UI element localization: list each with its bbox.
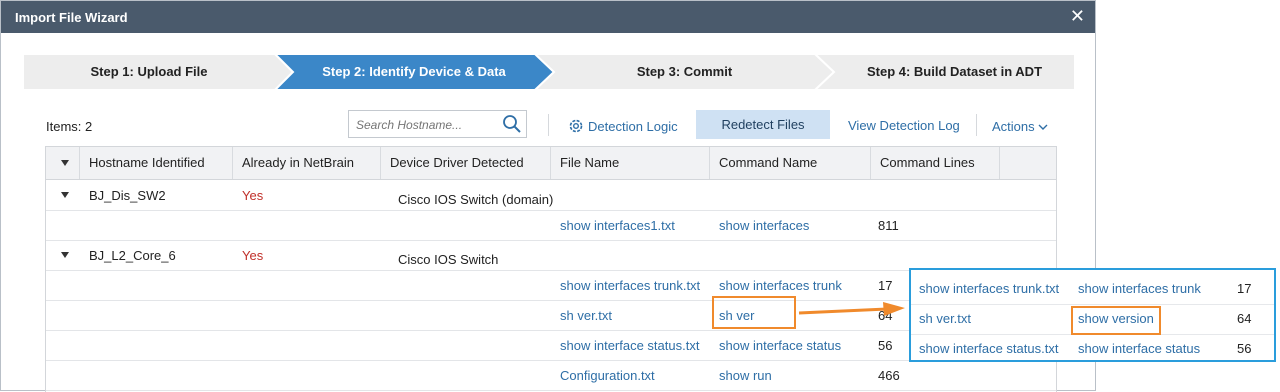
highlight-box	[712, 296, 796, 329]
callout-row: show interface status.txt show interface…	[911, 334, 1274, 364]
column-divider	[870, 147, 871, 179]
header-driver[interactable]: Device Driver Detected	[390, 147, 524, 179]
close-icon[interactable]: ✕	[1070, 6, 1085, 26]
callout-row: show interfaces trunk.txt show interface…	[911, 274, 1274, 305]
command-lines-cell: 56	[878, 338, 893, 353]
column-divider	[232, 147, 233, 179]
group-row[interactable]: BJ_Dis_SW2 Yes Cisco IOS Switch (domain)	[46, 180, 1056, 211]
hostname-cell: BJ_L2_Core_6	[89, 248, 176, 263]
step-4-label[interactable]: Step 4: Build Dataset in ADT	[834, 54, 1075, 90]
header-file-name[interactable]: File Name	[560, 147, 619, 179]
hostname-search-box	[348, 110, 527, 138]
command-lines-cell: 17	[878, 278, 893, 293]
callout-file-name[interactable]: show interface status.txt	[919, 341, 1058, 356]
expand-collapse-icon[interactable]	[61, 192, 69, 198]
column-divider	[380, 147, 381, 179]
command-name-cell[interactable]: show interface status	[719, 338, 841, 353]
actions-menu[interactable]: Actions	[992, 119, 1048, 134]
table-row[interactable]: show interfaces1.txt show interfaces 811	[46, 210, 1056, 241]
actions-label: Actions	[992, 119, 1035, 134]
chevron-down-icon	[1038, 119, 1048, 134]
toolbar-divider-2	[976, 114, 977, 136]
step-1-label[interactable]: Step 1: Upload File	[23, 54, 275, 90]
redetect-files-button[interactable]: Redetect Files	[696, 110, 830, 139]
table-row[interactable]: Configuration.txt show run 466	[46, 360, 1056, 391]
column-divider	[79, 147, 80, 179]
command-name-cell[interactable]: show run	[719, 368, 772, 383]
search-input[interactable]	[354, 115, 498, 135]
command-name-cell[interactable]: show interfaces	[719, 218, 809, 233]
view-detection-log-link[interactable]: View Detection Log	[848, 118, 960, 133]
callout-file-name[interactable]: sh ver.txt	[919, 311, 971, 326]
dialog-title: Import File Wizard	[15, 10, 128, 25]
file-name-cell[interactable]: sh ver.txt	[560, 308, 612, 323]
header-hostname[interactable]: Hostname Identified	[89, 147, 205, 179]
file-name-cell[interactable]: Configuration.txt	[560, 368, 655, 383]
detection-logic-link[interactable]: Detection Logic	[568, 118, 678, 134]
header-command-name[interactable]: Command Name	[719, 147, 817, 179]
callout-command-name[interactable]: show interface status	[1078, 341, 1200, 356]
driver-cell: Cisco IOS Switch (domain)	[398, 192, 554, 207]
callout-panel: show interfaces trunk.txt show interface…	[909, 268, 1276, 362]
header-in-netbrain[interactable]: Already in NetBrain	[242, 147, 354, 179]
items-count: Items: 2	[46, 119, 93, 134]
toolbar-divider	[548, 114, 549, 136]
table-row[interactable]: show interfaces trunk.txt show interface…	[46, 270, 1056, 301]
header-command-lines[interactable]: Command Lines	[880, 147, 975, 179]
file-name-cell[interactable]: show interfaces1.txt	[560, 218, 675, 233]
table-row[interactable]: show interface status.txt show interface…	[46, 330, 1056, 361]
step-3-label[interactable]: Step 3: Commit	[554, 54, 815, 90]
callout-command-lines: 56	[1237, 341, 1252, 356]
collapse-all-icon[interactable]	[61, 160, 69, 166]
callout-command-name[interactable]: show interfaces trunk	[1078, 281, 1201, 296]
callout-highlight-box	[1071, 306, 1161, 335]
table-header: Hostname Identified Already in NetBrain …	[46, 147, 1056, 180]
column-divider	[999, 147, 1000, 179]
wizard-steps: Step 1: Upload File Step 2: Identify Dev…	[23, 54, 1075, 90]
command-lines-cell: 466	[878, 368, 900, 383]
in-netbrain-cell: Yes	[242, 248, 264, 263]
file-name-cell[interactable]: show interfaces trunk.txt	[560, 278, 700, 293]
callout-command-lines: 64	[1237, 311, 1252, 326]
callout-command-lines: 17	[1237, 281, 1252, 296]
column-divider	[709, 147, 710, 179]
search-icon[interactable]	[502, 114, 522, 137]
detection-logic-label: Detection Logic	[588, 119, 678, 134]
group-row[interactable]: BJ_L2_Core_6 Yes Cisco IOS Switch	[46, 240, 1056, 271]
column-divider	[550, 147, 551, 179]
expand-collapse-icon[interactable]	[61, 252, 69, 258]
command-lines-cell: 811	[878, 218, 899, 233]
callout-file-name[interactable]: show interfaces trunk.txt	[919, 281, 1059, 296]
step-2-label[interactable]: Step 2: Identify Device & Data	[293, 54, 535, 90]
import-files-table: Hostname Identified Already in NetBrain …	[45, 146, 1057, 392]
annotation-arrow-icon	[798, 302, 905, 316]
in-netbrain-cell: Yes	[242, 188, 264, 203]
dialog-titlebar: Import File Wizard ✕	[1, 1, 1095, 33]
command-name-cell[interactable]: show interfaces trunk	[719, 278, 842, 293]
file-name-cell[interactable]: show interface status.txt	[560, 338, 699, 353]
driver-cell: Cisco IOS Switch	[398, 252, 499, 267]
hostname-cell: BJ_Dis_SW2	[89, 188, 166, 203]
gear-icon	[568, 119, 588, 134]
